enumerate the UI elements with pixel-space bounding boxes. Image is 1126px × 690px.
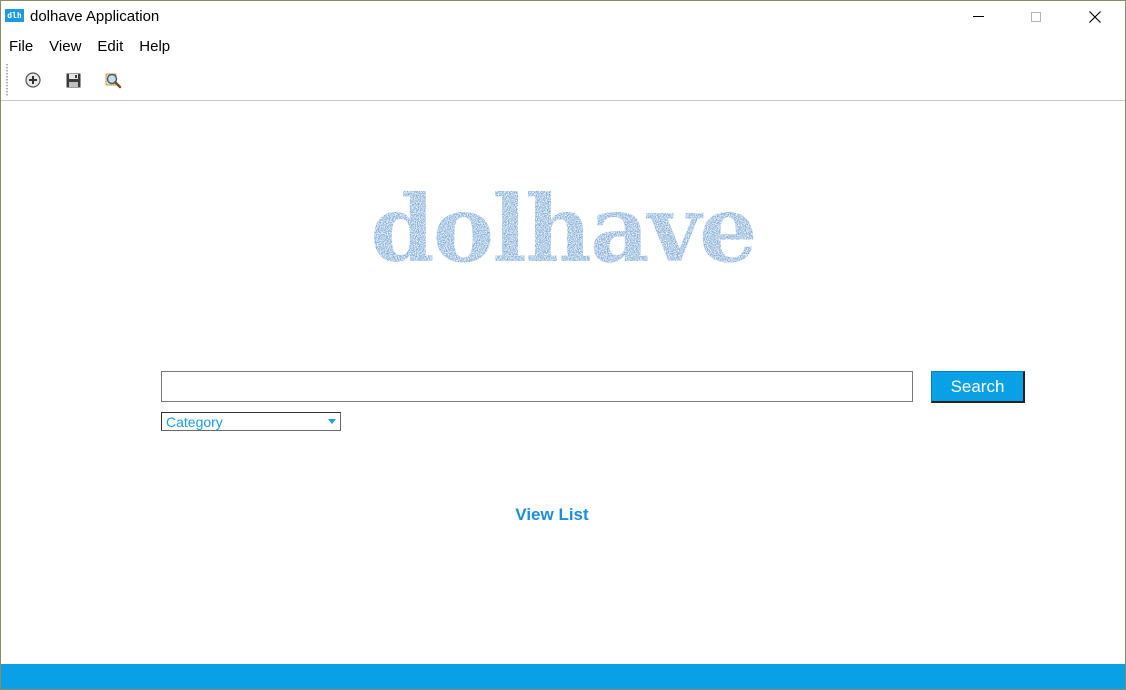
search-button[interactable]: Search bbox=[931, 371, 1025, 403]
close-icon bbox=[1089, 10, 1101, 23]
add-button[interactable] bbox=[23, 70, 43, 90]
category-dropdown[interactable]: Category bbox=[161, 412, 341, 431]
search-magnifier-icon bbox=[105, 73, 121, 88]
menu-bar: File View Edit Help bbox=[1, 35, 178, 57]
find-button[interactable] bbox=[103, 70, 123, 90]
application-window: dlh dolhave Application File View Edit H… bbox=[0, 0, 1126, 690]
status-bar bbox=[1, 664, 1125, 689]
menu-edit[interactable]: Edit bbox=[89, 35, 131, 57]
view-list-link[interactable]: View List bbox=[501, 505, 603, 525]
chevron-down-icon bbox=[328, 419, 336, 424]
minimize-button[interactable] bbox=[955, 1, 1001, 32]
toolbar-grip[interactable] bbox=[6, 64, 8, 97]
add-circle-icon bbox=[25, 72, 41, 88]
save-icon bbox=[66, 73, 80, 87]
category-selected-value: Category bbox=[166, 414, 223, 430]
title-bar[interactable]: dlh dolhave Application bbox=[1, 1, 1125, 32]
window-title: dolhave Application bbox=[30, 8, 160, 25]
logo-text: dolhave bbox=[370, 179, 755, 279]
toolbar-divider bbox=[1, 100, 1125, 101]
app-icon: dlh bbox=[5, 9, 24, 22]
toolbar bbox=[1, 61, 1125, 100]
minimize-icon bbox=[972, 16, 984, 17]
dropdown-arrow-button[interactable] bbox=[325, 414, 339, 429]
menu-view[interactable]: View bbox=[41, 35, 89, 57]
menu-file[interactable]: File bbox=[1, 35, 41, 57]
search-input[interactable] bbox=[161, 371, 913, 402]
dolhave-logo: dolhave bbox=[370, 179, 757, 279]
save-button[interactable] bbox=[63, 70, 83, 90]
maximize-icon bbox=[1031, 11, 1041, 22]
close-button[interactable] bbox=[1072, 1, 1118, 32]
maximize-button[interactable] bbox=[1013, 1, 1059, 32]
menu-help[interactable]: Help bbox=[131, 35, 178, 57]
